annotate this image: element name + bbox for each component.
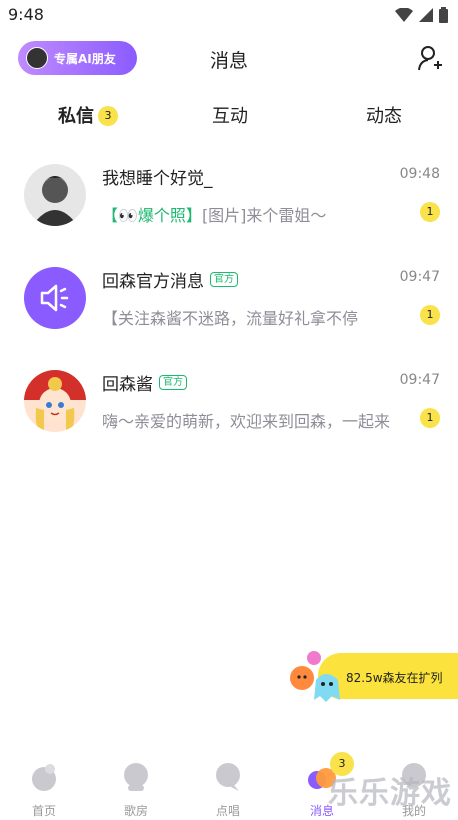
conversation-time: 09:47 (399, 372, 440, 388)
name-text: 回森官方消息 (102, 272, 204, 292)
friend-match-banner[interactable]: 82.5w森友在扩列 (290, 650, 458, 708)
avatar (24, 370, 86, 432)
nav-label: 点唱 (215, 804, 240, 818)
tab-unread-badge: 3 (98, 106, 118, 126)
status-bar: 9:48 (0, 0, 458, 30)
conversation-row[interactable]: 我想睡个好觉_ 09:48 【👀爆个照】[图片]来个雷姐～ 1 (0, 150, 458, 250)
conversation-preview: 嗨～亲爱的萌新，欢迎来到回森，一起来 (102, 412, 391, 431)
conversation-row[interactable]: 回森官方消息 官方 09:47 【关注森酱不迷路，流量好礼拿不停 1 (0, 253, 458, 353)
tab-moments[interactable]: 动态 (366, 102, 402, 128)
home-icon (32, 764, 56, 791)
tab-label: 互动 (212, 106, 248, 127)
message-tabs: 私信 3 互动 动态 (0, 98, 458, 134)
tab-label: 动态 (366, 106, 402, 127)
official-tag: 官方 (159, 375, 187, 390)
unread-badge: 1 (420, 408, 440, 428)
tab-private-messages[interactable]: 私信 (58, 102, 94, 130)
header: 专属AI朋友 消息 (0, 38, 458, 78)
signal-icon (419, 8, 433, 22)
unread-badge: 1 (420, 305, 440, 325)
wifi-icon (395, 8, 413, 22)
tab-interactions[interactable]: 互动 (212, 102, 248, 128)
preview-text: [图片]来个雷姐～ (201, 206, 327, 225)
nav-karaoke-room[interactable]: 歌房 (96, 760, 176, 819)
conversation-name: 回森官方消息 官方 (102, 267, 238, 292)
nav-home[interactable]: 首页 (4, 760, 84, 819)
name-text: 回森酱 (102, 375, 153, 395)
conversation-row[interactable]: 回森酱 官方 09:47 嗨～亲爱的萌新，欢迎来到回森，一起来 1 (0, 356, 458, 456)
conversation-name: 我想睡个好觉_ (102, 164, 213, 189)
banner-text: 82.5w森友在扩列 (346, 671, 443, 685)
avatar (24, 267, 86, 329)
room-icon (124, 763, 148, 791)
conversation-preview: 【👀爆个照】[图片]来个雷姐～ (102, 202, 392, 226)
conversation-time: 09:48 (399, 166, 440, 182)
song-request-icon (216, 763, 240, 791)
mascot-icon (290, 651, 340, 702)
conversation-name: 回森酱 官方 (102, 370, 187, 395)
official-tag: 官方 (210, 272, 238, 287)
add-friend-icon[interactable] (416, 44, 444, 72)
nav-label: 歌房 (123, 804, 148, 818)
page-title: 消息 (209, 50, 248, 72)
preview-highlight: 【👀爆个照】 (102, 206, 202, 225)
nav-label: 首页 (31, 804, 56, 818)
conversation-preview: 【关注森酱不迷路，流量好礼拿不停 (102, 309, 359, 328)
name-text: 我想睡个好觉_ (102, 169, 213, 189)
conversation-time: 09:47 (399, 269, 440, 285)
avatar (24, 164, 86, 226)
tab-label: 私信 (58, 106, 94, 127)
status-time: 9:48 (8, 5, 44, 24)
watermark: 乐乐游戏 (328, 776, 452, 811)
nav-request-song[interactable]: 点唱 (188, 760, 268, 819)
unread-badge: 1 (420, 202, 440, 222)
status-icons (395, 7, 448, 23)
speaker-icon (40, 284, 69, 312)
battery-icon (439, 7, 448, 23)
